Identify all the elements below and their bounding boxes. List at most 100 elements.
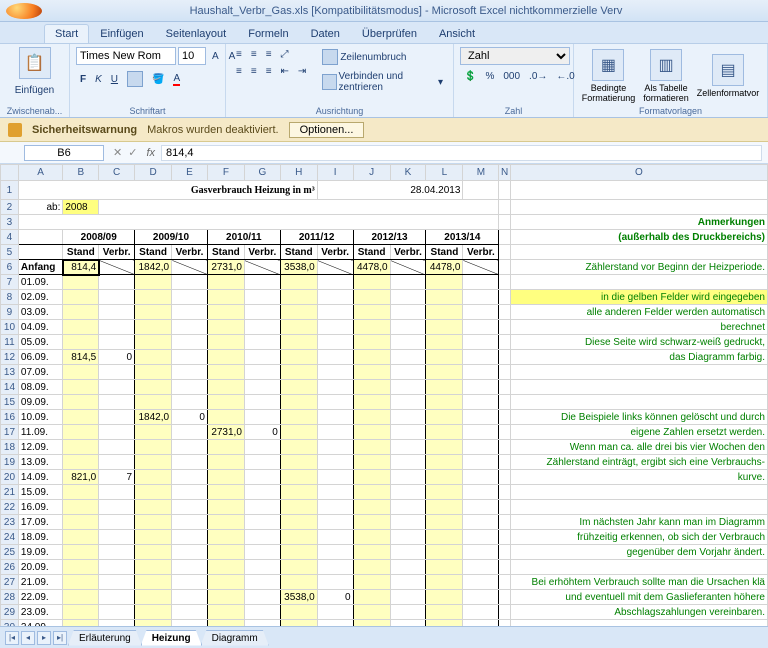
- cell-M23[interactable]: [463, 515, 499, 530]
- cell-E23[interactable]: [172, 515, 208, 530]
- cell-H8[interactable]: [280, 290, 317, 305]
- ann-heading[interactable]: Anmerkungen: [510, 215, 767, 230]
- cell-H26[interactable]: [280, 560, 317, 575]
- cancel-icon[interactable]: ✕: [110, 146, 125, 159]
- ann-row-27[interactable]: Bei erhöhtem Verbrauch sollte man die Ur…: [510, 575, 767, 590]
- cell-E25[interactable]: [172, 545, 208, 560]
- row-17[interactable]: 17: [1, 425, 19, 440]
- cell-J30[interactable]: [353, 620, 390, 627]
- cell-M18[interactable]: [463, 440, 499, 455]
- cell-L12[interactable]: [426, 350, 463, 365]
- cell-H12[interactable]: [280, 350, 317, 365]
- cell-K24[interactable]: [390, 530, 426, 545]
- ann-row-13[interactable]: [510, 365, 767, 380]
- cell-G18[interactable]: [244, 440, 280, 455]
- cell-G25[interactable]: [244, 545, 280, 560]
- cell-E8[interactable]: [172, 290, 208, 305]
- cell-E17[interactable]: [172, 425, 208, 440]
- cell-B14[interactable]: [63, 380, 99, 395]
- ann-l1[interactable]: Zählerstand vor Beginn der Heizperiode.: [510, 260, 767, 275]
- cell-K27[interactable]: [390, 575, 426, 590]
- yh-4[interactable]: 2012/13: [353, 230, 426, 245]
- row-11[interactable]: 11: [1, 335, 19, 350]
- cell-M28[interactable]: [463, 590, 499, 605]
- cell-G28[interactable]: [244, 590, 280, 605]
- ab-label[interactable]: ab:: [18, 200, 62, 215]
- cell-G10[interactable]: [244, 320, 280, 335]
- underline-button[interactable]: U: [107, 69, 122, 89]
- cell-E18[interactable]: [172, 440, 208, 455]
- cell-K9[interactable]: [390, 305, 426, 320]
- ann-row-16[interactable]: Die Beispiele links können gelöscht und …: [510, 410, 767, 425]
- cell-I10[interactable]: [317, 320, 353, 335]
- cell-E22[interactable]: [172, 500, 208, 515]
- cell-B6[interactable]: 814,4: [63, 260, 99, 275]
- cell-C16[interactable]: [99, 410, 135, 425]
- cell-F19[interactable]: [207, 455, 244, 470]
- row-27[interactable]: 27: [1, 575, 19, 590]
- cell-K30[interactable]: [390, 620, 426, 627]
- cell-I28[interactable]: 0: [317, 590, 353, 605]
- cell-E11[interactable]: [172, 335, 208, 350]
- cell-F14[interactable]: [207, 380, 244, 395]
- cell-L7[interactable]: [426, 275, 463, 290]
- row-3[interactable]: 3: [1, 215, 19, 230]
- cell-H29[interactable]: [280, 605, 317, 620]
- cell-H22[interactable]: [280, 500, 317, 515]
- cell-I8[interactable]: [317, 290, 353, 305]
- cell-K15[interactable]: [390, 395, 426, 410]
- cell-H7[interactable]: [280, 275, 317, 290]
- cell-G17[interactable]: 0: [244, 425, 280, 440]
- cell-L8[interactable]: [426, 290, 463, 305]
- font-name-combo[interactable]: [76, 47, 176, 65]
- cell-L23[interactable]: [426, 515, 463, 530]
- cell-J26[interactable]: [353, 560, 390, 575]
- cell-E24[interactable]: [172, 530, 208, 545]
- cell-F29[interactable]: [207, 605, 244, 620]
- yh-3[interactable]: 2011/12: [280, 230, 353, 245]
- cell-F10[interactable]: [207, 320, 244, 335]
- cell-D10[interactable]: [135, 320, 172, 335]
- cell-H23[interactable]: [280, 515, 317, 530]
- indent-dec-icon[interactable]: ⇤: [277, 64, 293, 79]
- select-all-corner[interactable]: [1, 165, 19, 181]
- date-09.09.[interactable]: 09.09.: [18, 395, 62, 410]
- cell-E15[interactable]: [172, 395, 208, 410]
- ann-row-30[interactable]: [510, 620, 767, 627]
- cell-M12[interactable]: [463, 350, 499, 365]
- cell-H10[interactable]: [280, 320, 317, 335]
- ann-row-12[interactable]: das Diagramm farbig.: [510, 350, 767, 365]
- ann-row-26[interactable]: [510, 560, 767, 575]
- cell-C13[interactable]: [99, 365, 135, 380]
- cell-H28[interactable]: 3538,0: [280, 590, 317, 605]
- wrap-text-button[interactable]: Zeilenumbruch: [318, 47, 447, 67]
- font-color-button[interactable]: A: [169, 69, 184, 89]
- cell-I15[interactable]: [317, 395, 353, 410]
- date-18.09.[interactable]: 18.09.: [18, 530, 62, 545]
- cell-M27[interactable]: [463, 575, 499, 590]
- tab-nav-first-icon[interactable]: |◂: [5, 631, 19, 645]
- cell-K14[interactable]: [390, 380, 426, 395]
- cell-J23[interactable]: [353, 515, 390, 530]
- cell-F8[interactable]: [207, 290, 244, 305]
- cell-J29[interactable]: [353, 605, 390, 620]
- cell-G21[interactable]: [244, 485, 280, 500]
- cell-L16[interactable]: [426, 410, 463, 425]
- date-06.09.[interactable]: 06.09.: [18, 350, 62, 365]
- cell-G14[interactable]: [244, 380, 280, 395]
- cell-H24[interactable]: [280, 530, 317, 545]
- cell-F24[interactable]: [207, 530, 244, 545]
- cell-D19[interactable]: [135, 455, 172, 470]
- number-format-combo[interactable]: Zahl: [460, 47, 570, 65]
- cell-K8[interactable]: [390, 290, 426, 305]
- cell-K21[interactable]: [390, 485, 426, 500]
- ann-row-19[interactable]: Zählerstand einträgt, ergibt sich eine V…: [510, 455, 767, 470]
- cell-L24[interactable]: [426, 530, 463, 545]
- cell-L22[interactable]: [426, 500, 463, 515]
- cell-C30[interactable]: [99, 620, 135, 627]
- cell-M7[interactable]: [463, 275, 499, 290]
- cell-F11[interactable]: [207, 335, 244, 350]
- cell-M15[interactable]: [463, 395, 499, 410]
- cell-G30[interactable]: [244, 620, 280, 627]
- col-C[interactable]: C: [99, 165, 135, 181]
